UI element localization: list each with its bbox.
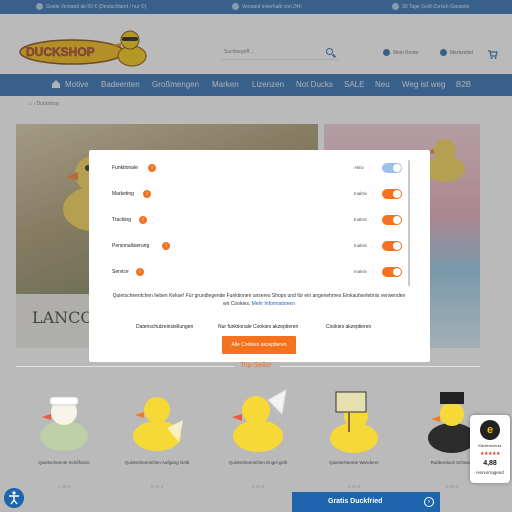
category-status: Inaktiv (354, 191, 368, 196)
privacy-settings-button[interactable]: Datenschutzeinstellungen (136, 322, 193, 332)
category-label: Service (112, 269, 129, 275)
info-icon[interactable]: i (148, 164, 156, 172)
toggle-funktionale[interactable] (382, 163, 402, 173)
category-status: Inaktiv (354, 217, 368, 222)
rating-value: 4,88 (483, 460, 497, 467)
product-price: 5,99 € (150, 484, 164, 489)
toggle-tracking[interactable] (382, 215, 402, 225)
product-name: Quietscheente Wanderer (329, 460, 379, 465)
trust-seal-icon: e (480, 420, 500, 440)
info-icon[interactable]: i (136, 268, 144, 276)
product-card[interactable]: Quietscheentchen Aufgang Gelb 5,99 € (113, 376, 201, 502)
top-seller-heading: Top-Seller (240, 362, 272, 369)
product-card[interactable]: Quietscheente Wanderer 5,99 € (310, 376, 398, 502)
toggle-service[interactable] (382, 267, 402, 277)
cookie-description: Quietscheentchen lieben Kekse! Für grund… (112, 293, 406, 307)
product-card[interactable]: Quietscheentchen Engel gelb 5,99 € (214, 376, 302, 502)
category-label: Personalisierung (112, 243, 150, 249)
cookie-category-personalisierung: Personalisierung i Inaktiv (112, 240, 402, 252)
cookie-category-marketing: Marketing i Inaktiv (112, 188, 402, 200)
cookie-category-tracking: Tracking i Inaktiv (112, 214, 402, 226)
cookie-category-service: Service i Inaktiv (112, 266, 402, 278)
toggle-marketing[interactable] (382, 189, 402, 199)
info-icon[interactable]: i (162, 242, 170, 250)
cookie-category-funktionale: Funktionale i Aktiv (112, 162, 402, 174)
product-name: Quietscheente Schiffsarzt (38, 460, 90, 465)
rating-stars: ★★★★★ (480, 451, 500, 457)
product-price: 5,49 € (57, 484, 71, 489)
product-name: Quietscheentchen Engel gelb (228, 460, 288, 465)
accept-cookies-button[interactable]: Cookies akzeptieren (326, 322, 371, 332)
chevron-right-icon[interactable]: › (424, 497, 434, 507)
rating-label: Hervorragend (476, 470, 504, 475)
modal-scrollbar[interactable] (408, 160, 410, 286)
category-label: Marketing (112, 191, 134, 197)
accessibility-icon[interactable] (4, 488, 24, 508)
product-price: 5,99 € (251, 484, 265, 489)
cookie-actions: Datenschutzeinstellungen Nur funktionale… (89, 322, 430, 332)
category-status: Inaktiv (354, 269, 368, 274)
category-label: Tracking (112, 217, 131, 223)
product-price: 5,99 € (347, 484, 361, 489)
gratis-duckfried-bar[interactable]: Gratis Duckfried › (292, 492, 440, 512)
product-image (40, 396, 88, 451)
trusted-shops-badge[interactable]: e Käuferschutz ★★★★★ 4,88 Hervorragend (470, 415, 510, 483)
accept-all-cookies-button[interactable]: Alle Cookies akzeptieren (222, 336, 296, 354)
cookie-consent-modal: Funktionale i Aktiv Marketing i Inaktiv … (89, 150, 430, 362)
product-price: 5,99 € (445, 484, 459, 489)
more-info-link[interactable]: Mehr Informationen (252, 301, 295, 307)
product-image (330, 391, 378, 453)
category-label: Funktionale (112, 165, 138, 171)
info-icon[interactable]: i (143, 190, 151, 198)
product-image (133, 397, 183, 451)
toggle-personalisierung[interactable] (382, 241, 402, 251)
category-status: Aktiv (354, 165, 364, 170)
gratis-label: Gratis Duckfried (328, 498, 383, 505)
category-status: Inaktiv (354, 243, 368, 248)
product-image (232, 389, 287, 452)
product-card[interactable]: Quietscheente Schiffsarzt 5,49 € (20, 376, 108, 502)
product-name: Quietscheentchen Aufgang Gelb (124, 460, 190, 465)
functional-only-button[interactable]: Nur funktionale Cookies akzeptieren (218, 322, 298, 332)
trust-title: Käuferschutz (478, 443, 502, 448)
info-icon[interactable]: i (139, 216, 147, 224)
